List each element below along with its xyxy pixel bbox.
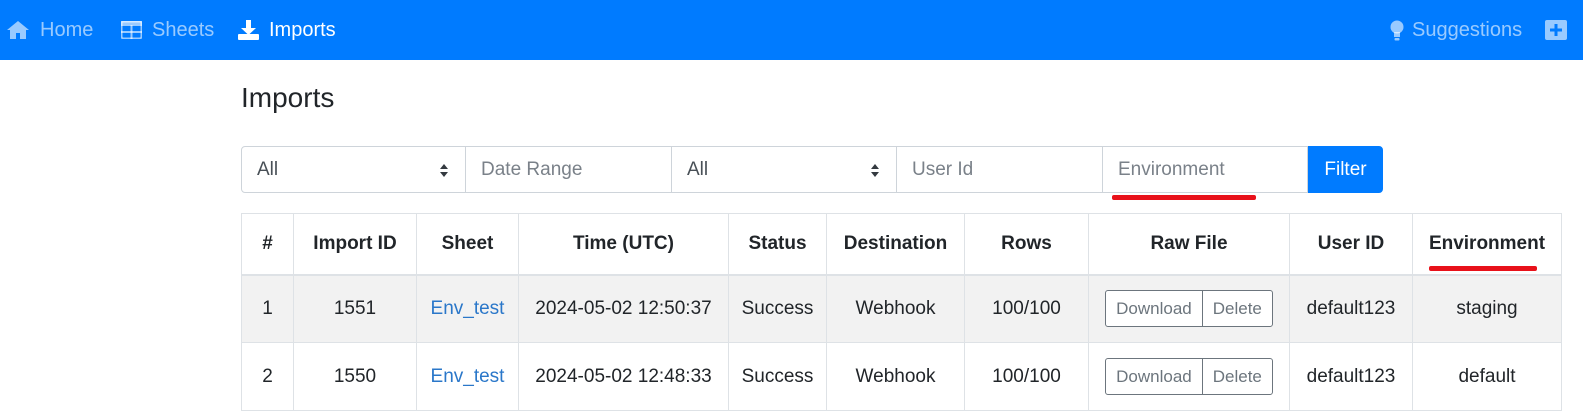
nav-suggestions-label: Suggestions: [1412, 18, 1523, 41]
cell-environment: default: [1412, 342, 1562, 411]
table-icon: [121, 21, 142, 39]
select-arrows-icon: [871, 164, 879, 177]
column-header-import-id: Import ID: [293, 213, 417, 276]
cell-index: 2: [241, 342, 294, 411]
destination-select[interactable]: All: [671, 146, 897, 193]
status-select-value: All: [257, 158, 279, 180]
cell-raw-file: Download Delete: [1088, 342, 1290, 411]
nav-home-label: Home: [40, 18, 94, 41]
status-select[interactable]: All: [241, 146, 466, 193]
home-icon: [6, 20, 30, 40]
sheet-link[interactable]: Env_test: [431, 298, 505, 319]
cell-destination: Webhook: [826, 342, 965, 411]
filter-bar: All All Filter: [241, 146, 1383, 193]
nav-sheets[interactable]: Sheets: [121, 0, 214, 60]
cell-rows: 100/100: [964, 342, 1089, 411]
environment-input[interactable]: [1103, 147, 1307, 192]
download-button[interactable]: Download: [1105, 290, 1203, 328]
environment-filter-highlight: [1112, 195, 1256, 200]
table-row: 1 1551 Env_test 2024-05-02 12:50:37 Succ…: [241, 274, 1562, 343]
page-title: Imports: [241, 82, 335, 113]
column-header-index: #: [241, 213, 294, 276]
raw-file-button-group: Download Delete: [1105, 358, 1273, 395]
top-navbar: Home Sheets Imports Suggestions: [0, 0, 1583, 60]
cell-sheet: Env_test: [416, 342, 519, 411]
date-range-input[interactable]: [466, 147, 671, 192]
cell-import-id: 1550: [293, 342, 417, 411]
cell-import-id: 1551: [293, 274, 417, 343]
date-range-field[interactable]: [465, 146, 672, 193]
column-header-time: Time (UTC): [518, 213, 729, 276]
cell-index: 1: [241, 274, 294, 343]
plus-square-icon: [1545, 20, 1567, 40]
lightbulb-icon: [1390, 20, 1404, 41]
raw-file-button-group: Download Delete: [1105, 290, 1273, 328]
user-id-field[interactable]: [896, 146, 1103, 193]
delete-button[interactable]: Delete: [1201, 290, 1273, 328]
filter-button[interactable]: Filter: [1308, 146, 1383, 193]
table-row: 2 1550 Env_test 2024-05-02 12:48:33 Succ…: [241, 342, 1562, 411]
imports-table: # Import ID Sheet Time (UTC) Status Dest…: [241, 213, 1562, 411]
select-arrows-icon: [440, 164, 448, 177]
delete-button[interactable]: Delete: [1201, 358, 1273, 395]
download-icon: [238, 20, 259, 40]
nav-overflow[interactable]: [1545, 0, 1577, 60]
column-header-destination: Destination: [826, 213, 965, 276]
cell-destination: Webhook: [826, 274, 965, 343]
cell-sheet: Env_test: [416, 274, 519, 343]
nav-sheets-label: Sheets: [152, 18, 215, 41]
nav-imports[interactable]: Imports: [238, 0, 336, 60]
column-header-sheet: Sheet: [416, 213, 519, 276]
column-header-user-id: User ID: [1289, 213, 1413, 276]
column-header-rows: Rows: [964, 213, 1089, 276]
cell-raw-file: Download Delete: [1088, 274, 1290, 343]
destination-select-value: All: [687, 158, 709, 180]
environment-field[interactable]: [1102, 146, 1308, 193]
column-header-status: Status: [728, 213, 827, 276]
table-header-row: # Import ID Sheet Time (UTC) Status Dest…: [241, 213, 1562, 276]
user-id-input[interactable]: [897, 147, 1102, 192]
nav-home[interactable]: Home: [6, 0, 93, 60]
environment-column-highlight: [1429, 266, 1537, 271]
cell-status: Success: [728, 342, 827, 411]
nav-suggestions[interactable]: Suggestions: [1390, 0, 1522, 60]
download-button[interactable]: Download: [1105, 358, 1203, 395]
cell-time: 2024-05-02 12:50:37: [518, 274, 729, 343]
cell-user-id: default123: [1289, 274, 1413, 343]
cell-user-id: default123: [1289, 342, 1413, 411]
nav-imports-label: Imports: [269, 18, 336, 41]
cell-time: 2024-05-02 12:48:33: [518, 342, 729, 411]
sheet-link[interactable]: Env_test: [431, 366, 505, 387]
column-header-raw-file: Raw File: [1088, 213, 1290, 276]
cell-rows: 100/100: [964, 274, 1089, 343]
cell-status: Success: [728, 274, 827, 343]
cell-environment: staging: [1412, 274, 1562, 343]
